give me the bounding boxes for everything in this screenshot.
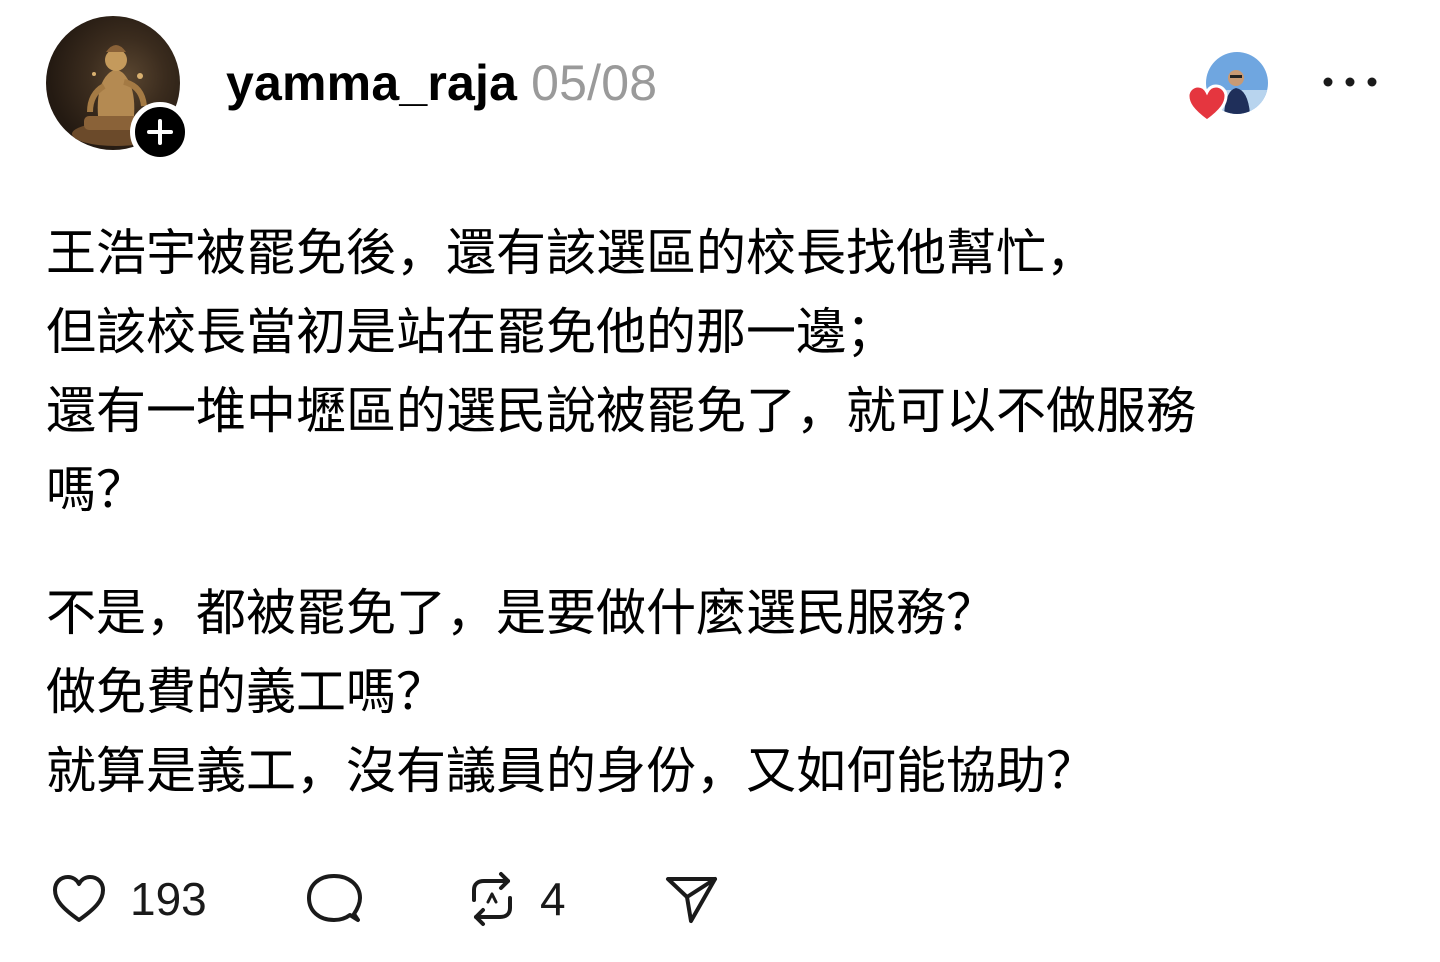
post-line: 做免費的義工嗎？ [46,663,446,721]
post-line: 但該校長當初是站在罷免他的那一邊； [46,303,896,361]
post-line: 王浩宇被罷免後，還有該選區的校長找他幫忙， [46,224,1096,282]
plus-icon [147,119,173,145]
post-header-line: yamma_raja 05/08 [226,52,657,114]
repost-count: 4 [540,873,566,925]
repost-button[interactable]: 4 [464,870,584,928]
post-line: 不是，都被罷免了，是要做什麼選民服務？ [46,584,996,642]
like-button[interactable]: 193 [50,870,220,928]
repost-arrows-icon [472,872,512,926]
post-date: 05/08 [531,55,658,111]
like-count: 193 [130,873,207,925]
red-heart-icon [1186,84,1228,124]
comment-button[interactable] [304,870,364,928]
post-text: 王浩宇被罷免後，還有該選區的校長找他幫忙， 但該校長當初是站在罷免他的那一邊； … [46,214,1386,811]
paper-plane-icon [666,877,717,923]
speech-bubble-icon [307,874,362,922]
heart-outline-icon [53,875,105,922]
more-options-button[interactable] [1318,66,1382,98]
ellipsis-icon [1323,77,1377,87]
post-line: 嗎？ [46,461,146,519]
follow-button[interactable] [130,102,190,162]
share-button[interactable] [664,870,720,928]
thread-post: yamma_raja 05/08 王浩宇被罷免後，還有該選區的校長找他幫忙， 但該… [0,0,1440,962]
post-line: 就算是義工，沒有議員的身份，又如何能協助？ [46,742,1096,800]
post-line: 還有一堆中壢區的選民說被罷免了，就可以不做服務 [46,382,1196,440]
username[interactable]: yamma_raja [226,55,517,111]
